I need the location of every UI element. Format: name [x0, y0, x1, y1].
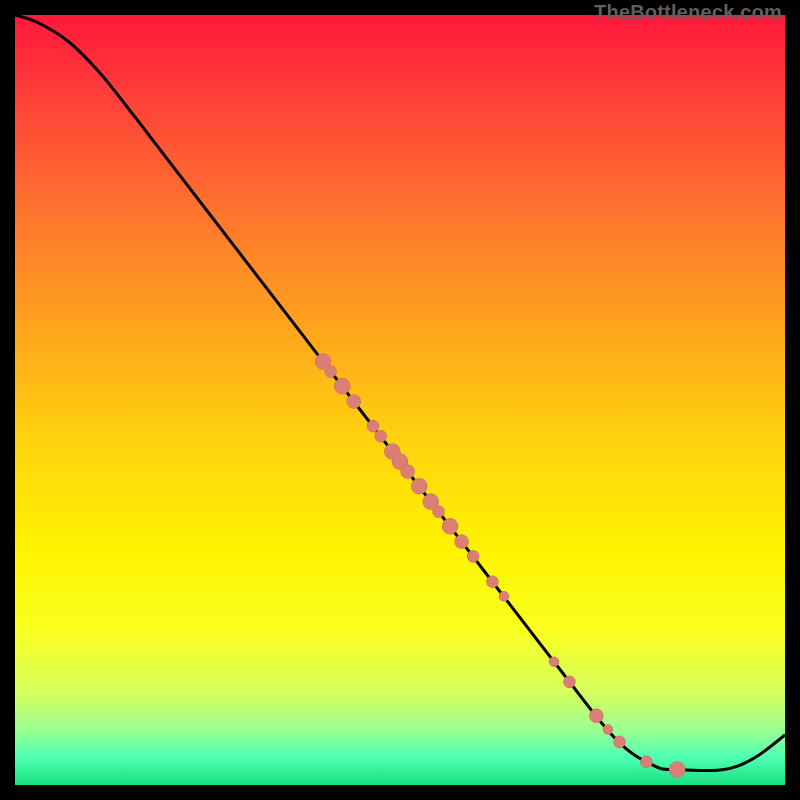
bottleneck-plot: [15, 15, 785, 785]
data-marker: [549, 657, 559, 667]
data-marker: [433, 506, 445, 518]
data-marker: [367, 420, 379, 432]
data-marker: [669, 762, 685, 778]
data-marker: [375, 430, 387, 442]
data-marker: [442, 518, 458, 534]
data-marker: [467, 550, 479, 562]
data-marker: [486, 576, 498, 588]
data-marker: [325, 366, 337, 378]
watermark-text: TheBottleneck.com: [594, 2, 782, 25]
data-marker: [589, 709, 603, 723]
data-marker: [613, 736, 625, 748]
data-marker: [401, 465, 415, 479]
chart-frame: [15, 15, 785, 785]
data-marker: [603, 725, 613, 735]
data-marker: [347, 395, 361, 409]
data-marker: [640, 756, 652, 768]
data-marker: [499, 591, 509, 601]
data-marker: [334, 378, 350, 394]
data-marker: [563, 676, 575, 688]
data-marker: [455, 535, 469, 549]
gradient-background: [15, 15, 785, 785]
data-marker: [411, 478, 427, 494]
